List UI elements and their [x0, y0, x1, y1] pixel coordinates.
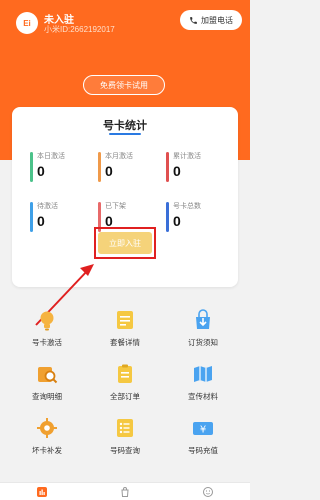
stat-pending[interactable]: 待激活 0: [30, 201, 90, 235]
stat-month-activated[interactable]: 本月激活 0: [98, 151, 158, 185]
bottom-tab-bar: [0, 482, 250, 500]
stat-label: 号卡总数: [173, 203, 201, 210]
avatar-text: Ei: [23, 18, 31, 28]
stat-value: 0: [105, 163, 113, 179]
stat-color-bar: [30, 152, 33, 182]
menu-item-label: 订货须知: [188, 338, 218, 347]
search-icon: [38, 367, 58, 384]
stat-label: 本日激活: [37, 153, 65, 160]
stat-card-total[interactable]: 号卡总数 0: [166, 201, 226, 235]
clipboard-icon: [118, 364, 132, 383]
stat-color-bar: [166, 152, 169, 182]
home-icon[interactable]: [36, 486, 48, 498]
menu-item-label: 坏卡补发: [32, 446, 62, 455]
join-hotline-button[interactable]: 加盟电话: [180, 10, 242, 30]
stat-total-activated[interactable]: 累计激活 0: [166, 151, 226, 185]
stat-label: 已下架: [105, 203, 126, 210]
avatar[interactable]: Ei: [16, 12, 38, 34]
menu-item-label: 号码充值: [188, 446, 218, 455]
menu-item-all-orders[interactable]: 全部订单: [90, 362, 160, 412]
bag-icon[interactable]: [119, 486, 131, 498]
menu-item-label: 号卡激活: [32, 338, 62, 347]
menu-item-plan-details[interactable]: 套餐详情: [90, 308, 160, 358]
stat-value: 0: [173, 213, 181, 229]
stat-value: 0: [37, 213, 45, 229]
yen-card-icon: ¥: [193, 422, 213, 436]
menu-item-label: 宣传材料: [188, 392, 218, 401]
card-stats-panel: 号卡统计 本日激活 0 本月激活 0 累计激活 0 待激活 0 已下架 0 号卡…: [12, 107, 238, 287]
download-icon: [196, 309, 210, 329]
stat-value: 0: [173, 163, 181, 179]
enter-now-button[interactable]: 立即入驻: [98, 232, 152, 254]
menu-item-number-query[interactable]: 号码查询: [90, 416, 160, 466]
menu-item-query-details[interactable]: 查询明细: [12, 362, 82, 412]
stat-label: 本月激活: [105, 153, 133, 160]
menu-item-label: 查询明细: [32, 392, 62, 401]
phone-icon: [190, 16, 197, 24]
stat-color-bar: [166, 202, 169, 232]
menu-item-promo-materials[interactable]: 宣传材料: [168, 362, 238, 412]
menu-item-bad-card-reissue[interactable]: 坏卡补发: [12, 416, 82, 466]
stat-value: 0: [37, 163, 45, 179]
menu-item-label: 全部订单: [110, 392, 140, 401]
free-trial-button[interactable]: 免费领卡试用: [83, 75, 165, 95]
title-underline: [109, 133, 141, 135]
document-icon: [117, 311, 133, 329]
menu-item-label: 号码查询: [110, 446, 140, 455]
menu-item-number-recharge[interactable]: ¥ 号码充值: [168, 416, 238, 466]
menu-item-label: 套餐详情: [110, 338, 140, 347]
stat-color-bar: [30, 202, 33, 232]
stat-color-bar: [98, 152, 101, 182]
stat-today-activated[interactable]: 本日激活 0: [30, 151, 90, 185]
profile-icon[interactable]: [202, 486, 214, 498]
svg-text:¥: ¥: [200, 425, 206, 436]
lightbulb-icon: [40, 311, 54, 331]
join-hotline-label: 加盟电话: [201, 15, 233, 25]
stat-label: 待激活: [37, 203, 58, 210]
gear-icon: [37, 418, 57, 438]
menu-item-order-notice[interactable]: 订货须知: [168, 308, 238, 358]
list-icon: [117, 419, 133, 437]
stats-title: 号卡统计: [103, 120, 147, 132]
map-icon: [194, 366, 212, 382]
menu-item-card-activation[interactable]: 号卡激活: [12, 308, 82, 358]
highlight-box: 立即入驻: [94, 227, 156, 259]
user-id: 小米ID:2662192017: [44, 25, 115, 34]
stat-label: 累计激活: [173, 153, 201, 160]
